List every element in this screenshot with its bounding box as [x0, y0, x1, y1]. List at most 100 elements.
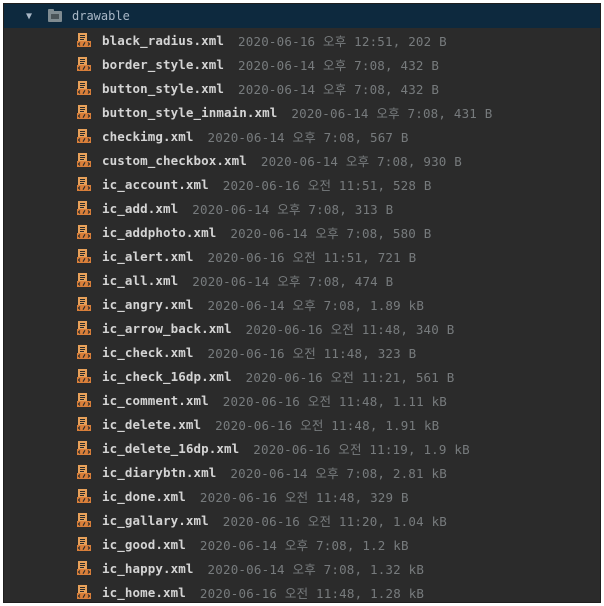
- file-name: button_style.xml: [102, 80, 225, 96]
- xml-file-icon: [77, 369, 91, 383]
- file-meta: 2020-06-16 오전 11:20, 1.04 kB: [222, 513, 448, 529]
- tree-file-item[interactable]: ic_angry.xml 2020-06-14 오후 7:08, 1.89 kB: [4, 292, 600, 316]
- file-name: checkimg.xml: [102, 128, 194, 144]
- xml-file-icon: [77, 153, 91, 167]
- file-meta: 2020-06-14 오후 7:08, 580 B: [230, 225, 432, 241]
- xml-file-icon: [77, 177, 91, 191]
- file-meta: 2020-06-16 오전 11:48, 1.11 kB: [222, 393, 448, 409]
- file-name: ic_done.xml: [102, 488, 186, 504]
- tree-file-item[interactable]: ic_comment.xml 2020-06-16 오전 11:48, 1.11…: [4, 388, 600, 412]
- tree-folder-drawable[interactable]: ▼ drawable: [4, 4, 600, 28]
- file-name: custom_checkbox.xml: [102, 152, 247, 168]
- xml-file-icon: [77, 225, 91, 239]
- file-name: border_style.xml: [102, 56, 225, 72]
- xml-file-icon: [77, 417, 91, 431]
- file-meta: 2020-06-16 오전 11:48, 340 B: [245, 321, 455, 337]
- file-name: ic_check_16dp.xml: [102, 368, 232, 384]
- tree-file-item[interactable]: ic_delete_16dp.xml 2020-06-16 오전 11:19, …: [4, 436, 600, 460]
- folder-icon: [48, 8, 62, 22]
- tree-file-item[interactable]: ic_delete.xml 2020-06-16 오전 11:48, 1.91 …: [4, 412, 600, 436]
- tree-file-item[interactable]: button_style.xml 2020-06-14 오후 7:08, 432…: [4, 76, 600, 100]
- file-list: black_radius.xml 2020-06-16 오후 12:51, 20…: [4, 28, 600, 602]
- tree-file-item[interactable]: button_style_inmain.xml 2020-06-14 오후 7:…: [4, 100, 600, 124]
- tree-file-item[interactable]: ic_gallary.xml 2020-06-16 오전 11:20, 1.04…: [4, 508, 600, 532]
- tree-file-item[interactable]: ic_check_16dp.xml 2020-06-16 오전 11:21, 5…: [4, 364, 600, 388]
- file-meta: 2020-06-14 오후 7:08, 2.81 kB: [230, 465, 447, 481]
- file-meta: 2020-06-14 오후 7:08, 930 B: [260, 153, 462, 169]
- xml-file-icon: [77, 57, 91, 71]
- file-name: ic_delete_16dp.xml: [102, 440, 240, 456]
- file-name: ic_angry.xml: [102, 296, 194, 312]
- xml-file-icon: [77, 489, 91, 503]
- file-name: button_style_inmain.xml: [102, 104, 278, 120]
- xml-file-icon: [77, 129, 91, 143]
- tree-file-item[interactable]: ic_check.xml 2020-06-16 오전 11:48, 323 B: [4, 340, 600, 364]
- xml-file-icon: [77, 561, 91, 575]
- xml-file-icon: [77, 441, 91, 455]
- tree-file-item[interactable]: checkimg.xml 2020-06-14 오후 7:08, 567 B: [4, 124, 600, 148]
- file-meta: 2020-06-16 오전 11:51, 721 B: [207, 249, 417, 265]
- xml-file-icon: [77, 585, 91, 599]
- file-name: ic_account.xml: [102, 176, 209, 192]
- file-meta: 2020-06-14 오후 7:08, 474 B: [192, 273, 394, 289]
- xml-file-icon: [77, 513, 91, 527]
- file-meta: 2020-06-14 오후 7:08, 313 B: [192, 201, 394, 217]
- xml-file-icon: [77, 537, 91, 551]
- file-meta: 2020-06-16 오전 11:19, 1.9 kB: [253, 441, 470, 457]
- file-name: ic_add.xml: [102, 200, 179, 216]
- file-meta: 2020-06-16 오전 11:48, 1.28 kB: [199, 585, 425, 601]
- expand-arrow-icon[interactable]: ▼: [26, 11, 40, 22]
- file-meta: 2020-06-14 오후 7:08, 431 B: [291, 105, 493, 121]
- file-meta: 2020-06-14 오후 7:08, 432 B: [238, 81, 440, 97]
- xml-file-icon: [77, 345, 91, 359]
- project-tree-panel: ▼ drawable black_radius.xml 2020-06-16 오…: [3, 3, 601, 603]
- xml-file-icon: [77, 201, 91, 215]
- file-name: black_radius.xml: [102, 32, 225, 48]
- tree-file-item[interactable]: ic_home.xml 2020-06-16 오전 11:48, 1.28 kB: [4, 580, 600, 602]
- tree-file-item[interactable]: ic_addphoto.xml 2020-06-14 오후 7:08, 580 …: [4, 220, 600, 244]
- file-name: ic_comment.xml: [102, 392, 209, 408]
- file-name: ic_delete.xml: [102, 416, 202, 432]
- file-meta: 2020-06-14 오후 7:08, 432 B: [238, 57, 440, 73]
- file-meta: 2020-06-16 오전 11:48, 1.91 kB: [215, 417, 440, 433]
- file-meta: 2020-06-16 오전 11:48, 323 B: [207, 345, 417, 361]
- xml-file-icon: [77, 393, 91, 407]
- file-name: ic_gallary.xml: [102, 512, 209, 528]
- file-meta: 2020-06-14 오후 7:08, 1.32 kB: [207, 561, 425, 577]
- file-name: ic_alert.xml: [102, 248, 194, 264]
- file-meta: 2020-06-14 오후 7:08, 1.89 kB: [207, 297, 425, 313]
- tree-file-item[interactable]: ic_done.xml 2020-06-16 오전 11:48, 329 B: [4, 484, 600, 508]
- tree-file-item[interactable]: ic_account.xml 2020-06-16 오전 11:51, 528 …: [4, 172, 600, 196]
- tree-file-item[interactable]: ic_arrow_back.xml 2020-06-16 오전 11:48, 3…: [4, 316, 600, 340]
- file-meta: 2020-06-16 오전 11:51, 528 B: [222, 177, 432, 193]
- xml-file-icon: [77, 321, 91, 335]
- file-name: ic_home.xml: [102, 584, 186, 600]
- folder-name: drawable: [72, 9, 130, 23]
- file-meta: 2020-06-16 오전 11:48, 329 B: [199, 489, 409, 505]
- xml-file-icon: [77, 465, 91, 479]
- xml-file-icon: [77, 33, 91, 47]
- tree-file-item[interactable]: black_radius.xml 2020-06-16 오후 12:51, 20…: [4, 28, 600, 52]
- xml-file-icon: [77, 81, 91, 95]
- file-name: ic_diarybtn.xml: [102, 464, 217, 480]
- file-name: ic_all.xml: [102, 272, 179, 288]
- file-name: ic_check.xml: [102, 344, 194, 360]
- tree-file-item[interactable]: ic_good.xml 2020-06-14 오후 7:08, 1.2 kB: [4, 532, 600, 556]
- tree-file-item[interactable]: border_style.xml 2020-06-14 오후 7:08, 432…: [4, 52, 600, 76]
- tree-file-item[interactable]: ic_all.xml 2020-06-14 오후 7:08, 474 B: [4, 268, 600, 292]
- file-meta: 2020-06-14 오후 7:08, 567 B: [207, 129, 409, 145]
- xml-file-icon: [77, 249, 91, 263]
- file-meta: 2020-06-16 오후 12:51, 202 B: [238, 33, 447, 49]
- xml-file-icon: [77, 297, 91, 311]
- file-name: ic_happy.xml: [102, 560, 194, 576]
- tree-file-item[interactable]: ic_alert.xml 2020-06-16 오전 11:51, 721 B: [4, 244, 600, 268]
- xml-file-icon: [77, 105, 91, 119]
- file-name: ic_arrow_back.xml: [102, 320, 232, 336]
- tree-file-item[interactable]: ic_happy.xml 2020-06-14 오후 7:08, 1.32 kB: [4, 556, 600, 580]
- file-name: ic_addphoto.xml: [102, 224, 217, 240]
- file-meta: 2020-06-16 오전 11:21, 561 B: [245, 369, 455, 385]
- tree-file-item[interactable]: custom_checkbox.xml 2020-06-14 오후 7:08, …: [4, 148, 600, 172]
- file-name: ic_good.xml: [102, 536, 186, 552]
- tree-file-item[interactable]: ic_add.xml 2020-06-14 오후 7:08, 313 B: [4, 196, 600, 220]
- tree-file-item[interactable]: ic_diarybtn.xml 2020-06-14 오후 7:08, 2.81…: [4, 460, 600, 484]
